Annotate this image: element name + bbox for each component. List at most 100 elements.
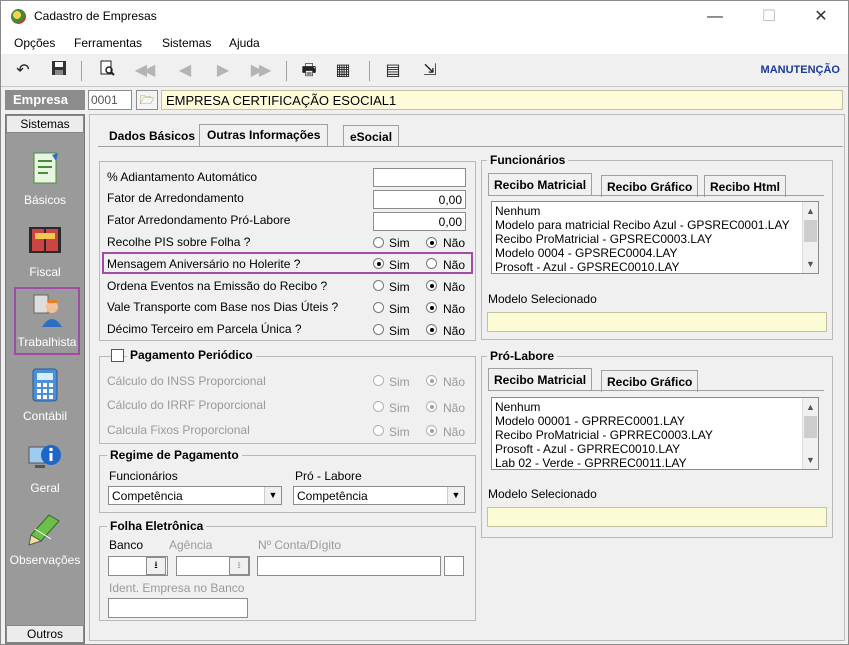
tab-dados-basicos[interactable]: Dados Básicos: [101, 125, 203, 147]
list-item[interactable]: Recibo ProMatricial - GPSREC0003.LAY: [495, 232, 818, 246]
menu-sistemas[interactable]: Sistemas: [162, 36, 211, 50]
exit-icon[interactable]: ⇲: [418, 60, 442, 82]
empresa-bar: Empresa 0001 🗁 EMPRESA CERTIFICAÇÃO ESOC…: [1, 88, 848, 112]
tab-recibo-grafico[interactable]: Recibo Gráfico: [601, 175, 699, 197]
list-item[interactable]: Modelo 00001 - GPRREC0001.LAY: [495, 414, 818, 428]
radio-sim[interactable]: [373, 280, 384, 291]
scroll-thumb[interactable]: [804, 220, 817, 242]
chevron-down-icon[interactable]: ▼: [803, 257, 818, 271]
sidebar-item-observacoes[interactable]: Observações: [6, 503, 84, 573]
print-icon[interactable]: 🖶: [297, 60, 321, 82]
toolbar-separator: [369, 61, 370, 81]
tab-recibo-html[interactable]: Recibo Html: [704, 175, 787, 197]
adiantamento-input[interactable]: [373, 168, 466, 187]
calculator-tool-icon[interactable]: ▤: [381, 60, 405, 82]
radio-sim[interactable]: [373, 237, 384, 248]
main-window: Cadastro de Empresas — ☐ ✕ Opções Ferram…: [0, 0, 849, 645]
sidebar-item-contabil[interactable]: Contábil: [6, 359, 84, 429]
maximize-button[interactable]: ☐: [747, 5, 791, 29]
empresa-code-input[interactable]: 0001: [88, 90, 132, 110]
sidebar-header-sistemas[interactable]: Sistemas: [6, 115, 84, 133]
sidebar-item-trabalhista[interactable]: Trabalhista: [14, 287, 80, 355]
sidebar-item-fiscal[interactable]: Fiscal: [6, 215, 84, 285]
sidebar-item-basicos[interactable]: Básicos: [6, 143, 84, 213]
regime-pro-value: Competência: [297, 489, 368, 503]
tab-underline: [98, 146, 843, 147]
document-icon: [25, 151, 65, 189]
list-item[interactable]: Nenhum: [495, 204, 818, 218]
radio-nao[interactable]: [426, 237, 437, 248]
tab-recibo-matricial[interactable]: Recibo Matricial: [488, 173, 593, 195]
radio-sim-label: Sim: [389, 280, 410, 294]
subtab-underline: [488, 195, 824, 196]
banco-lookup-icon[interactable]: ⭳: [146, 557, 166, 575]
sidebar-item-geral[interactable]: Geral: [6, 431, 84, 501]
undo-icon[interactable]: ↶: [11, 60, 35, 82]
prolabore-selected-label: Modelo Selecionado: [488, 487, 597, 501]
chevron-down-icon[interactable]: ▼: [803, 453, 818, 467]
radio-row-label: Mensagem Aniversário no Holerite ?: [107, 257, 301, 271]
close-button[interactable]: ✕: [799, 5, 843, 29]
agencia-lookup-icon[interactable]: ⭳: [229, 557, 249, 575]
periodico-row-label: Calcula Fixos Proporcional: [107, 423, 250, 437]
list-item[interactable]: Nenhum: [495, 400, 818, 414]
conta-input[interactable]: [257, 556, 441, 576]
prev-record-icon[interactable]: ◀: [169, 60, 197, 82]
funcionarios-list[interactable]: Nenhum Modelo para matricial Recibo Azul…: [491, 201, 819, 274]
chevron-down-icon[interactable]: ▼: [447, 487, 464, 504]
radio-sim[interactable]: [373, 258, 384, 269]
radio-nao-label: Não: [443, 401, 466, 415]
list-item[interactable]: Recibo ProMatricial - GPRREC0003.LAY: [495, 428, 818, 442]
list-item[interactable]: Prosoft - Azul - GPSREC0010.LAY: [495, 260, 818, 273]
fator-input[interactable]: 0,00: [373, 190, 466, 209]
digito-input[interactable]: [444, 556, 464, 576]
chevron-up-icon[interactable]: ▲: [803, 400, 818, 414]
prolabore-list[interactable]: Nenhum Modelo 00001 - GPRREC0001.LAY Rec…: [491, 397, 819, 470]
last-record-icon[interactable]: ▶▶: [245, 60, 273, 82]
pagamento-periodico-checkbox[interactable]: [111, 349, 124, 362]
radio-nao[interactable]: [426, 258, 437, 269]
chevron-down-icon[interactable]: ▼: [264, 487, 281, 504]
radio-nao-label: Não: [443, 302, 466, 316]
sidebar-header-outros[interactable]: Outros: [6, 625, 84, 643]
chevron-up-icon[interactable]: ▲: [803, 204, 818, 218]
radio-sim: [373, 375, 384, 386]
tab-recibo-matricial[interactable]: Recibo Matricial: [488, 368, 593, 390]
scroll-thumb[interactable]: [804, 416, 817, 438]
radio-nao[interactable]: [426, 324, 437, 335]
scrollbar[interactable]: ▲ ▼: [802, 398, 818, 469]
conta-label: Nº Conta/Dígito: [258, 538, 342, 552]
list-item[interactable]: Lab 02 - Verde - GPRREC0011.LAY: [495, 456, 818, 469]
radio-nao[interactable]: [426, 280, 437, 291]
preview-icon[interactable]: [95, 60, 119, 82]
ident-input[interactable]: [108, 598, 248, 618]
list-item[interactable]: Prosoft - Azul - GPRREC0010.LAY: [495, 442, 818, 456]
tab-esocial[interactable]: eSocial: [343, 125, 400, 147]
fator-pro-input[interactable]: 0,00: [373, 212, 466, 231]
menu-ferramentas[interactable]: Ferramentas: [74, 36, 142, 50]
radio-row-label: Vale Transporte com Base nos Dias Úteis …: [107, 300, 339, 314]
report-icon[interactable]: ▦: [331, 60, 355, 82]
folder-icon[interactable]: 🗁: [136, 90, 158, 110]
menu-opcoes[interactable]: Opções: [14, 36, 55, 50]
title-bar: Cadastro de Empresas — ☐ ✕: [1, 1, 848, 32]
radio-nao[interactable]: [426, 302, 437, 313]
radio-nao-label: Não: [443, 280, 466, 294]
radio-sim[interactable]: [373, 302, 384, 313]
next-record-icon[interactable]: ▶: [207, 60, 235, 82]
list-item[interactable]: Modelo 0004 - GPSREC0004.LAY: [495, 246, 818, 260]
menu-ajuda[interactable]: Ajuda: [229, 36, 260, 50]
list-item[interactable]: Modelo para matricial Recibo Azul - GPSR…: [495, 218, 818, 232]
tab-recibo-grafico[interactable]: Recibo Gráfico: [601, 370, 699, 392]
regime-func-select[interactable]: Competência ▼: [108, 486, 282, 505]
first-record-icon[interactable]: ◀◀: [129, 60, 157, 82]
scrollbar[interactable]: ▲ ▼: [802, 202, 818, 273]
radio-sim: [373, 425, 384, 436]
regime-pro-select[interactable]: Competência ▼: [293, 486, 465, 505]
save-icon[interactable]: [47, 60, 71, 82]
sidebar-item-label: Básicos: [23, 193, 67, 207]
fator-pro-label: Fator Arredondamento Pró-Labore: [107, 213, 291, 227]
radio-sim[interactable]: [373, 324, 384, 335]
minimize-button[interactable]: —: [693, 5, 737, 29]
tab-outras-informacoes[interactable]: Outras Informações: [199, 124, 329, 146]
